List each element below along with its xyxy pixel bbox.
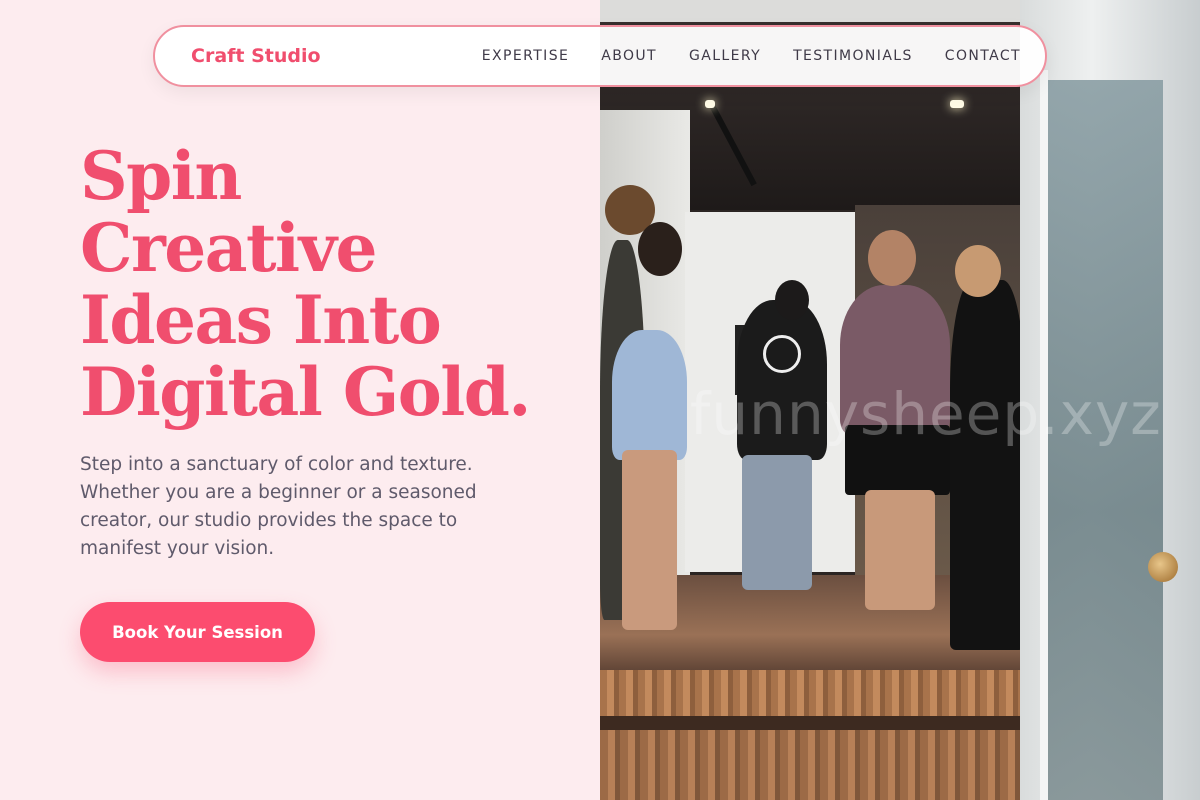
nav-link-contact[interactable]: CONTACT: [945, 48, 1021, 64]
person-woman-head: [638, 222, 682, 276]
photo-sign: [600, 0, 1040, 22]
hero-left-panel: Spin Creative Ideas Into Digital Gold. S…: [0, 0, 600, 800]
photo-spot-light: [705, 100, 715, 108]
tee-graphic: [763, 335, 801, 373]
person-legs: [865, 490, 935, 610]
nav-links: EXPERTISE ABOUT GALLERY TESTIMONIALS CON…: [482, 48, 1021, 64]
nav-link-testimonials[interactable]: TESTIMONIALS: [793, 48, 913, 64]
photo-ceiling-light: [950, 100, 964, 108]
hero-subtext: Step into a sanctuary of color and textu…: [80, 454, 477, 559]
nav-link-expertise[interactable]: EXPERTISE: [482, 48, 569, 64]
brand-logo[interactable]: Craft Studio: [191, 45, 321, 67]
person-right-head: [955, 245, 1001, 297]
photo-door-knob: [1148, 552, 1178, 582]
person-right-dark: [950, 280, 1025, 650]
person-woman-outfit: [612, 330, 687, 460]
person-woman-legs: [622, 450, 677, 630]
book-session-button[interactable]: Book Your Session: [80, 602, 315, 662]
headline-line-3: Ideas Into: [80, 281, 442, 359]
person-glasses-head: [868, 230, 916, 286]
headline-line-1: Spin: [80, 137, 242, 215]
nav-link-about[interactable]: ABOUT: [601, 48, 657, 64]
person-cap-head: [775, 280, 809, 320]
watermark-text: funnysheep.xyz: [690, 380, 1162, 448]
headline-line-4: Digital Gold.: [80, 353, 531, 431]
hero-headline: Spin Creative Ideas Into Digital Gold.: [80, 140, 580, 428]
person-jeans: [742, 455, 812, 590]
nav-link-gallery[interactable]: GALLERY: [689, 48, 761, 64]
top-navbar: Craft Studio EXPERTISE ABOUT GALLERY TES…: [153, 25, 1047, 87]
headline-line-2: Creative: [80, 209, 377, 287]
